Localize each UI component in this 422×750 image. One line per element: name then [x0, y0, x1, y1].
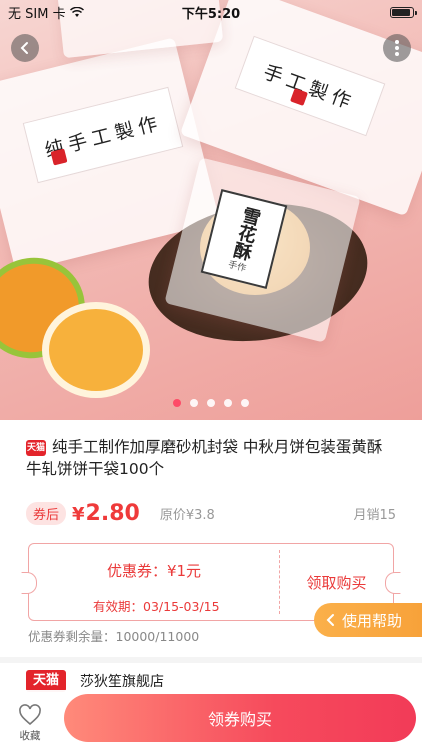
- tmall-logo: 天猫: [26, 670, 66, 692]
- favorite-label: 收藏: [19, 730, 41, 742]
- help-button[interactable]: 使用帮助: [314, 603, 422, 637]
- after-coupon-tag: 券后: [26, 501, 67, 525]
- price-row: 券后 ¥2.80 原价¥3.8 月销15: [26, 498, 396, 528]
- product-image-carousel[interactable]: 无 SIM 卡 下午5:20 纯手工製作 手工製作 雪花酥 手作: [0, 0, 422, 420]
- status-time: 下午5:20: [181, 6, 241, 22]
- chevron-left-icon: [326, 614, 334, 626]
- coupon-validity: 有效期：03/15-03/15: [93, 599, 220, 614]
- get-coupon-buy-button[interactable]: 领券购买: [64, 694, 416, 742]
- chevron-left-icon: [20, 42, 28, 54]
- carousel-dot[interactable]: [207, 399, 215, 407]
- currency-symbol: ¥: [72, 503, 85, 525]
- carousel-dot[interactable]: [190, 399, 198, 407]
- help-label: 使用帮助: [342, 611, 403, 630]
- monthly-sales: 月销15: [353, 507, 396, 523]
- more-button[interactable]: [383, 34, 411, 62]
- orange-slice-front: [42, 302, 150, 398]
- coupon-amount: 优惠券：¥1元: [106, 562, 202, 580]
- price-value: 2.80: [85, 500, 140, 526]
- status-bar: 无 SIM 卡 下午5:20: [0, 0, 422, 24]
- favorite-button[interactable]: 收藏: [12, 704, 48, 743]
- bottom-bar: 收藏 领券购买: [0, 690, 422, 750]
- tmall-badge: 天猫: [26, 440, 46, 456]
- carousel-dot[interactable]: [241, 399, 249, 407]
- carousel-dot[interactable]: [224, 399, 232, 407]
- battery-icon: [390, 6, 417, 18]
- store-row[interactable]: 天猫 莎狄笙旗舰店: [26, 670, 164, 692]
- claim-purchase-button[interactable]: 领取购买: [280, 572, 393, 593]
- section-divider: [0, 657, 422, 663]
- coupon-remaining: 优惠券剩余量：10000/11000: [28, 629, 200, 644]
- carousel-indicator: [0, 399, 422, 407]
- carousel-dot[interactable]: [173, 399, 181, 407]
- product-title: 天猫 纯手工制作加厚磨砂机封袋 中秋月饼包装蛋黄酥牛轧饼饼干袋100个: [26, 436, 396, 480]
- product-title-text: 纯手工制作加厚磨砂机封袋 中秋月饼包装蛋黄酥牛轧饼饼干袋100个: [26, 438, 383, 478]
- heart-icon: [19, 704, 41, 726]
- more-vertical-icon: [395, 40, 399, 56]
- final-price: ¥2.80: [72, 501, 140, 526]
- original-price: 原价¥3.8: [159, 507, 215, 523]
- back-button[interactable]: [11, 34, 39, 62]
- store-name: 莎狄笙旗舰店: [80, 674, 164, 690]
